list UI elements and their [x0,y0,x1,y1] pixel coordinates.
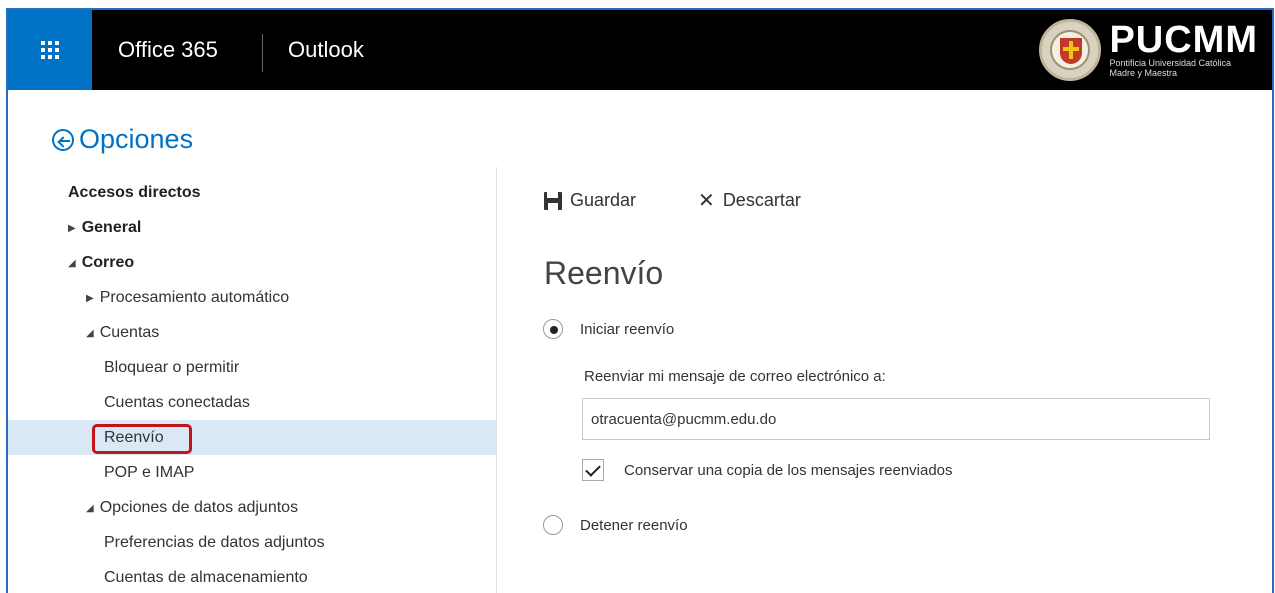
discard-button[interactable]: ✕ Descartar [698,190,801,211]
options-nav: Accesos directos ▶ General ◢ Correo ▶ Procesam… [8,175,496,593]
options-title: Opciones [79,124,194,154]
keep-copy-checkbox[interactable] [582,459,604,481]
suite-name[interactable]: Office 365 [118,10,218,90]
sidebar-item-label: Preferencias de datos adjuntos [104,534,325,551]
expanded-triangle-icon: ◢ [86,328,94,339]
brand-subtitle-line2: Madre y Maestra [1109,68,1177,78]
sidebar-item[interactable]: ◢ Cuentas [8,315,496,350]
sidebar-item[interactable]: Reenvío [8,420,496,455]
sidebar-item[interactable]: Cuentas conectadas [8,385,496,420]
save-button[interactable]: Guardar [544,190,636,211]
sidebar-item[interactable]: ◢ Opciones de datos adjuntos [8,490,496,525]
top-bar: Office 365 Outlook PUCMM Pontificia Univ… [8,10,1272,90]
start-forwarding-label: Iniciar reenvío [580,320,675,338]
sidebar-item-label: Procesamiento automático [99,289,290,306]
header-divider [262,34,263,72]
save-icon [544,191,562,210]
brand-title: PUCMM [1109,19,1258,61]
back-arrow-icon [52,128,74,151]
highlight-annotation-box [92,424,192,454]
save-label: Guardar [570,190,637,210]
sidebar-item[interactable]: ▶ Procesamiento automático [8,280,496,315]
stop-forwarding-radio[interactable] [543,515,563,535]
app-launcher-button[interactable] [8,10,92,90]
sidebar-item[interactable]: Bloquear o permitir [8,350,496,385]
expanded-triangle-icon: ◢ [68,258,76,269]
sidebar-item-label: Bloquear o permitir [104,359,240,376]
app-name[interactable]: Outlook [288,10,364,90]
start-forwarding-radio[interactable] [543,319,563,339]
stop-forwarding-option[interactable]: Detener reenvío [543,515,688,535]
sidebar-item-label: Cuentas conectadas [104,394,250,411]
outlook-window: Office 365 Outlook PUCMM Pontificia Univ… [6,8,1274,593]
forward-to-label: Reenviar mi mensaje de correo electrónic… [584,368,886,385]
page-title: Reenvío [544,255,664,291]
start-forwarding-option[interactable]: Iniciar reenvío [543,319,674,339]
collapsed-triangle-icon: ▶ [68,223,76,234]
waffle-icon [41,41,59,59]
sidebar-item-label: Cuentas [99,324,160,341]
close-icon: ✕ [698,189,715,212]
pucmm-logo: PUCMM Pontificia Universidad Católica Ma… [1039,18,1258,82]
discard-label: Descartar [722,190,801,210]
sidebar-item-label: General [81,219,142,236]
collapsed-triangle-icon: ▶ [86,293,94,304]
keep-copy-label: Conservar una copia de los mensajes reen… [624,461,953,479]
toolbar: Guardar ✕ Descartar [544,190,863,211]
sidebar-item-label: Opciones de datos adjuntos [99,499,299,516]
sidebar-item[interactable]: ◢ Correo [8,245,496,280]
sidebar-item[interactable]: Accesos directos [8,175,496,210]
forward-to-input[interactable] [582,398,1210,440]
sidebar-item-label: Accesos directos [68,184,201,201]
sidebar-item[interactable]: POP e IMAP [8,455,496,490]
sidebar-item-label: Correo [81,254,135,271]
sidebar-item[interactable]: ▶ General [8,210,496,245]
sidebar-item[interactable]: Cuentas de almacenamiento [8,560,496,593]
sidebar-item-label: POP e IMAP [104,464,195,481]
nav-divider [496,167,497,593]
expanded-triangle-icon: ◢ [86,503,94,514]
sidebar-item-label: Cuentas de almacenamiento [104,569,308,586]
sidebar-item[interactable]: Preferencias de datos adjuntos [8,525,496,560]
options-back-link[interactable]: Opciones [52,124,193,155]
stop-forwarding-label: Detener reenvío [580,516,688,534]
keep-copy-option[interactable]: Conservar una copia de los mensajes reen… [582,459,953,481]
university-seal-icon [1039,19,1102,81]
